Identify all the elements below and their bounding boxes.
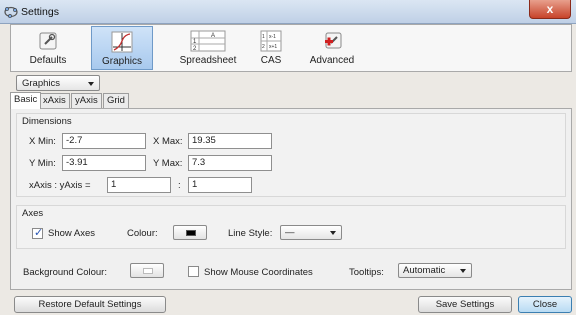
title-bar: Settings x: [0, 0, 576, 24]
xmin-field[interactable]: -2.7: [62, 133, 146, 149]
tab-yaxis[interactable]: yAxis: [71, 93, 102, 108]
spreadsheet-icon: A 1 2: [190, 30, 226, 52]
restore-default-settings-button[interactable]: Restore Default Settings: [14, 296, 166, 313]
toolbar-spreadsheet-button[interactable]: A 1 2 Spreadsheet: [169, 26, 247, 70]
show-mouse-coordinates-label: Show Mouse Coordinates: [204, 267, 313, 278]
dimensions-title: Dimensions: [22, 116, 72, 127]
chevron-down-icon: [88, 82, 94, 86]
chevron-down-icon: [460, 269, 466, 273]
toolbar-defaults-button[interactable]: Defaults: [19, 26, 77, 70]
view-select-value: Graphics: [22, 78, 61, 89]
settings-panel: Dimensions X Min: -2.7 X Max: 19.35 Y Mi…: [10, 108, 572, 290]
background-colour-label: Background Colour:: [23, 267, 107, 278]
line-style-dropdown[interactable]: —: [280, 225, 342, 240]
line-style-value: —: [285, 227, 295, 238]
ratio-separator: :: [178, 180, 181, 191]
tab-grid[interactable]: Grid: [103, 93, 129, 108]
ratio-y-field[interactable]: 1: [188, 177, 252, 193]
xmax-label: X Max:: [153, 136, 183, 147]
tooltips-value: Automatic: [403, 265, 446, 276]
graphics-icon: [111, 31, 133, 53]
toolbar-label: Defaults: [29, 55, 67, 66]
svg-text:x-1: x-1: [269, 34, 276, 40]
ymax-field[interactable]: 7.3: [188, 155, 272, 171]
colour-swatch: [186, 230, 196, 236]
tooltips-dropdown[interactable]: Automatic: [398, 263, 472, 278]
background-colour-button[interactable]: [130, 263, 164, 278]
svg-text:A: A: [211, 33, 215, 39]
tab-xaxis[interactable]: xAxis: [39, 93, 70, 108]
settings-app-icon: [4, 6, 18, 18]
toolbar-label: Graphics: [101, 56, 142, 67]
xmin-label: X Min:: [29, 136, 56, 147]
ratio-label: xAxis : yAxis =: [29, 180, 91, 191]
chevron-down-icon: [330, 231, 336, 235]
colour-swatch: [143, 268, 153, 274]
ymax-label: Y Max:: [153, 158, 183, 169]
ymin-field[interactable]: -3.91: [62, 155, 146, 171]
svg-text:x+1: x+1: [269, 44, 277, 50]
toolbar-cas-button[interactable]: 1 x-1 2 x+1 CAS: [251, 26, 291, 70]
show-mouse-coordinates-checkbox[interactable]: [188, 266, 199, 277]
show-axes-checkbox[interactable]: [32, 226, 43, 239]
window-title: Settings: [21, 6, 59, 18]
toolbar-label: CAS: [260, 55, 282, 66]
toolbar-graphics-button[interactable]: Graphics: [91, 26, 153, 70]
tooltips-label: Tooltips:: [349, 267, 384, 278]
svg-text:1: 1: [262, 34, 265, 40]
toolbar-advanced-button[interactable]: Advanced: [301, 26, 363, 70]
toolbar-label: Advanced: [309, 55, 355, 66]
toolbar-label: Spreadsheet: [179, 55, 237, 66]
axes-colour-button[interactable]: [173, 225, 207, 240]
axes-colour-label: Colour:: [127, 228, 158, 239]
ymin-label: Y Min:: [29, 158, 56, 169]
axes-title: Axes: [22, 208, 44, 219]
cas-icon: 1 x-1 2 x+1: [260, 30, 282, 52]
line-style-label: Line Style:: [228, 228, 273, 239]
view-select[interactable]: Graphics: [16, 75, 100, 91]
advanced-icon: [325, 32, 342, 49]
ratio-x-field[interactable]: 1: [107, 177, 171, 193]
xmax-field[interactable]: 19.35: [188, 133, 272, 149]
save-settings-button[interactable]: Save Settings: [418, 296, 512, 313]
defaults-icon: [39, 32, 57, 50]
tab-basic[interactable]: Basic: [10, 92, 42, 109]
svg-text:2: 2: [262, 44, 265, 50]
close-button[interactable]: Close: [518, 296, 572, 313]
show-axes-label: Show Axes: [48, 228, 95, 239]
dimensions-group: Dimensions X Min: -2.7 X Max: 19.35 Y Mi…: [16, 113, 566, 197]
axes-group: Axes Show Axes Colour: Line Style: —: [16, 205, 566, 249]
settings-toolbar: Defaults Graphics A 1 2 Spreadsheet 1 x-…: [10, 24, 572, 72]
window-close-button[interactable]: x: [529, 0, 571, 19]
